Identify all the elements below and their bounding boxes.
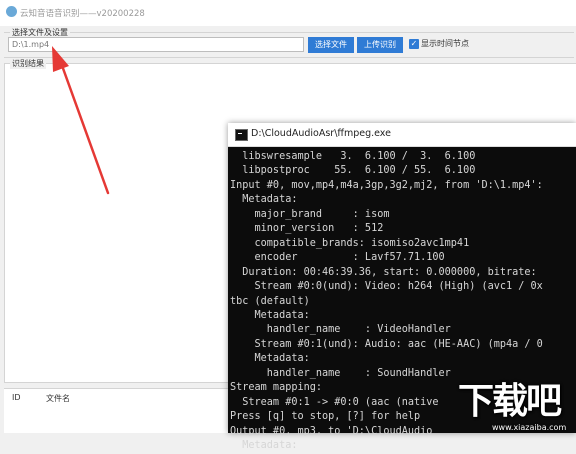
app-title-bar: 云知音语音识别——v20200228 <box>0 0 576 26</box>
console-line: Stream #0:0(und): Video: h264 (High) (av… <box>254 281 543 293</box>
console-title-bar[interactable]: D:\CloudAudioAsr\ffmpeg.exe <box>228 123 576 147</box>
console-line: encoder : Lavf57.71.100 <box>254 252 445 264</box>
select-file-button[interactable]: 选择文件 <box>308 37 354 53</box>
upload-recognize-button[interactable]: 上传识别 <box>357 37 403 53</box>
console-line: handler_name : SoundHandler <box>266 367 451 379</box>
console-line: minor_version : 512 <box>254 223 384 235</box>
console-line: Metadata: <box>230 440 298 452</box>
console-line: Stream #0:1(und): Audio: aac (HE-AAC) (m… <box>254 338 543 350</box>
console-title: D:\CloudAudioAsr\ffmpeg.exe <box>251 128 391 139</box>
column-header-id[interactable]: ID <box>12 393 21 402</box>
console-line: compatible_brands: isomiso2avc1mp41 <box>254 237 470 249</box>
console-line: Duration: 00:46:39.36, start: 0.000000, … <box>242 266 537 278</box>
show-timestamps-checkbox[interactable]: ✓ <box>409 39 419 49</box>
console-window-icon <box>235 129 248 141</box>
console-line: tbc (default) <box>230 295 310 307</box>
app-logo-icon <box>6 6 17 17</box>
console-line: libswresample 3. 6.100 / 3. 6.100 <box>242 151 476 162</box>
app-title: 云知音语音识别——v20200228 <box>20 9 145 19</box>
recognition-result-label: 识别结果 <box>10 58 46 69</box>
column-header-filename[interactable]: 文件名 <box>46 393 70 404</box>
console-line: major_brand : isom <box>254 208 390 220</box>
file-path-input[interactable]: D:\1.mp4 <box>8 37 304 52</box>
console-line: Press [q] to stop, [?] for help <box>230 411 421 423</box>
show-timestamps-label[interactable]: 显示时间节点 <box>421 38 469 49</box>
console-line: handler_name : VideoHandler <box>266 324 451 336</box>
console-line: Metadata: <box>254 353 310 365</box>
watermark-text: 下载吧 <box>458 381 562 422</box>
console-line: Input #0, mov,mp4,m4a,3gp,3g2,mj2, from … <box>230 179 543 191</box>
console-line: Stream mapping: <box>230 382 323 394</box>
watermark-url: www.xiazaiba.com <box>492 423 567 432</box>
console-line: Metadata: <box>242 194 298 206</box>
console-line: Metadata: <box>254 309 310 321</box>
console-line: libpostproc 55. 6.100 / 55. 6.100 <box>242 165 476 177</box>
console-line: Stream #0:1 -> #0:0 (aac (native <box>242 396 439 408</box>
watermark-logo: 下载吧 www.xiazaiba.com <box>452 376 576 433</box>
console-line: Output #0, mp3, to 'D:\CloudAudio <box>230 425 433 437</box>
